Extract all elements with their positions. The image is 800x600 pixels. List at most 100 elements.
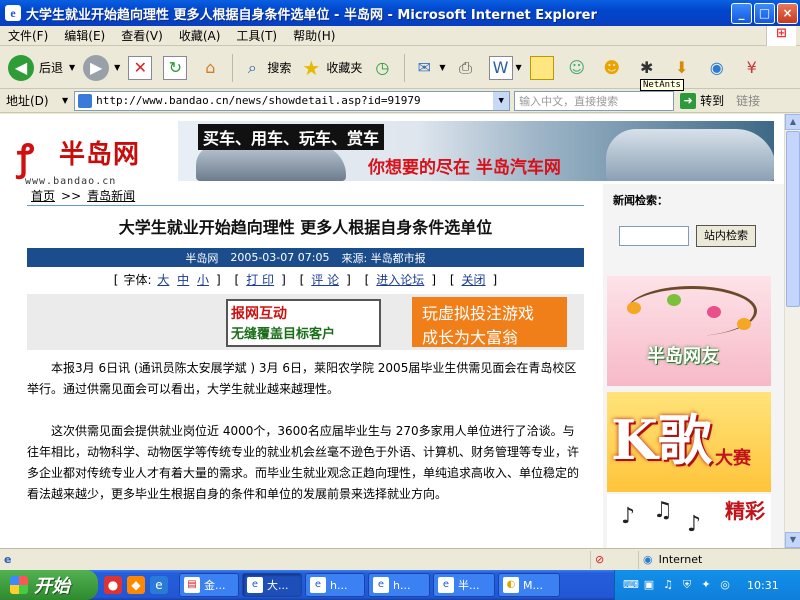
taskbar-item[interactable]: ◐ M... <box>498 573 560 597</box>
music-note-icon: ♫ <box>653 498 673 523</box>
menu-view[interactable]: 查看(V) <box>113 27 171 44</box>
messenger-icon: ☺ <box>568 58 586 77</box>
ie-icon: e <box>373 577 389 593</box>
go-arrow-icon: ➜ <box>680 92 697 109</box>
menu-favorites[interactable]: 收藏(A) <box>171 27 229 44</box>
menu-file[interactable]: 文件(F) <box>0 27 56 44</box>
history-button[interactable]: ◷ <box>366 50 401 86</box>
mail-dropdown-icon[interactable]: ▼ <box>439 63 445 72</box>
promo-netizen[interactable]: 半岛网友 <box>607 276 771 386</box>
breadcrumb-separator: >> <box>61 188 82 203</box>
scroll-up-icon[interactable]: ▲ <box>785 114 800 130</box>
printer-icon: ⎙ <box>459 57 472 77</box>
back-button[interactable]: ◀ 后退 ▼ <box>4 50 79 86</box>
system-tray: ⌨ ▣ ♫ ⛨ ✦ ◎ 10:31 <box>614 570 800 600</box>
promo-highlights[interactable]: ♪ ♫ ♪ 精彩 <box>607 494 771 548</box>
site-search-button[interactable]: 站内检索 <box>696 225 756 247</box>
maximize-button[interactable]: □ <box>754 2 775 24</box>
font-medium-link[interactable]: 中 <box>177 273 189 287</box>
scroll-down-icon[interactable]: ▼ <box>785 532 800 548</box>
menu-edit[interactable]: 编辑(E) <box>56 27 113 44</box>
minimize-button[interactable]: _ <box>731 2 752 24</box>
close-button[interactable]: × <box>777 2 798 24</box>
taskbar-item[interactable]: e h... <box>305 573 365 597</box>
comment-link[interactable]: 评 论 <box>311 273 339 287</box>
font-large-link[interactable]: 大 <box>157 273 169 287</box>
print-link[interactable]: 打 印 <box>246 273 274 287</box>
toolbar-separator <box>404 53 406 82</box>
print-button[interactable]: ⎙ <box>450 50 485 86</box>
star-icon: ★ <box>302 55 321 80</box>
close-link[interactable]: 关闭 <box>462 273 486 287</box>
address-menu-icon[interactable]: ▼ <box>62 96 68 105</box>
ad2-line2: 成长为大富翁 <box>422 328 519 347</box>
font-small-link[interactable]: 小 <box>197 273 209 287</box>
address-dropdown-icon[interactable]: ▼ <box>493 91 510 110</box>
news-search-input[interactable] <box>619 226 689 246</box>
refresh-button[interactable]: ↻ <box>159 50 194 86</box>
menu-help[interactable]: 帮助(H) <box>285 27 343 44</box>
promo2-title: K歌 <box>611 408 712 472</box>
start-button[interactable]: 开始 <box>0 570 98 600</box>
taskbar-item[interactable]: e 半... <box>433 573 495 597</box>
security-icon[interactable]: ⛨ <box>680 578 694 592</box>
favorites-button[interactable]: ★ 收藏夹 <box>295 50 366 86</box>
messenger-button[interactable]: ☺ <box>561 50 596 86</box>
qq-icon: ☻ <box>603 58 621 77</box>
music-note-icon: ♪ <box>621 504 636 529</box>
quick-launch-app-icon[interactable]: ◆ <box>127 576 145 594</box>
quick-search-input[interactable]: 输入中文，直接搜索 <box>514 90 675 111</box>
home-icon: ⌂ <box>205 58 216 77</box>
ad-interactive[interactable]: 报网互动 无缝覆盖目标客户 <box>226 299 381 347</box>
back-dropdown-icon[interactable]: ▼ <box>69 63 75 72</box>
quick-launch-app-icon[interactable]: ● <box>104 576 122 594</box>
quick-launch-ie-icon[interactable]: e <box>150 576 168 594</box>
vertical-scrollbar[interactable]: ▲ ▼ <box>784 114 800 548</box>
forum-link[interactable]: 进入论坛 <box>376 273 424 287</box>
edit-button[interactable]: W ▼ <box>485 50 526 86</box>
menu-tools[interactable]: 工具(T) <box>228 27 285 44</box>
stock-button[interactable]: ¥ <box>736 50 771 86</box>
home-button[interactable]: ⌂ <box>194 50 229 86</box>
tray-app-icon[interactable]: ◎ <box>718 578 732 592</box>
article-paragraph: 这次供需见面会提供就业岗位近 4000个，3600名应届毕业生与 270多家用人… <box>27 424 580 501</box>
refresh-icon: ↻ <box>163 55 188 80</box>
back-arrow-icon: ◀ <box>8 54 34 81</box>
taskbar-item-active[interactable]: e 大... <box>242 573 302 597</box>
taskbar-item[interactable]: ▤ 金... <box>179 573 239 597</box>
taskbar-item[interactable]: e h... <box>368 573 430 597</box>
site-logo[interactable]: ꝭ 半岛网 www.bandao.cn <box>7 122 173 192</box>
antivirus-icon[interactable]: ✦ <box>699 578 713 592</box>
menu-bar: 文件(F) 编辑(E) 查看(V) 收藏(A) 工具(T) 帮助(H) ⊞ <box>0 26 800 46</box>
links-button[interactable]: 链接 <box>736 92 760 109</box>
app-icon: ▤ <box>184 577 200 593</box>
breadcrumb-home[interactable]: 首页 <box>31 187 55 204</box>
address-input[interactable]: http://www.bandao.cn/news/showdetail.asp… <box>74 90 511 111</box>
auto-banner-ad[interactable]: 买车、用车、玩车、赏车 你想要的尽在 半岛汽车网 <box>178 121 774 181</box>
status-cell: ⊘ <box>590 550 638 569</box>
edit-dropdown-icon[interactable]: ▼ <box>516 63 522 72</box>
search-button[interactable]: ⌕ 搜索 <box>236 50 295 86</box>
volume-icon[interactable]: ♫ <box>661 578 675 592</box>
promo2-subtitle: 大赛 <box>715 448 751 469</box>
ad-game[interactable]: 玩虚拟投注游戏 成长为大富翁 <box>412 297 567 347</box>
scroll-thumb[interactable] <box>786 131 800 307</box>
flashget-icon: ⬇ <box>674 58 689 77</box>
go-button[interactable]: ➜ 转到 <box>680 92 724 109</box>
mail-button[interactable]: ✉ ▼ <box>408 50 449 86</box>
discuss-button[interactable] <box>526 50 561 86</box>
edit-page-icon: W <box>488 55 513 80</box>
promo-karaoke[interactable]: K歌 大赛 <box>607 392 771 492</box>
breadcrumb-section[interactable]: 青岛新闻 <box>87 187 135 204</box>
favorites-label: 收藏夹 <box>326 61 363 75</box>
keyboard-icon[interactable]: ⌨ <box>623 578 639 592</box>
forward-button[interactable]: ▶ ▼ <box>79 50 124 86</box>
stop-button[interactable]: ✕ <box>124 50 159 86</box>
network-icon[interactable]: ▣ <box>642 578 656 592</box>
globe-icon: ◉ <box>709 58 724 77</box>
ie-icon: e <box>310 577 326 593</box>
ad1-line1: 报网互动 <box>231 306 287 322</box>
qq-button[interactable]: ☻ <box>596 50 631 86</box>
forward-dropdown-icon[interactable]: ▼ <box>114 63 120 72</box>
browser-button[interactable]: ◉ <box>701 50 736 86</box>
